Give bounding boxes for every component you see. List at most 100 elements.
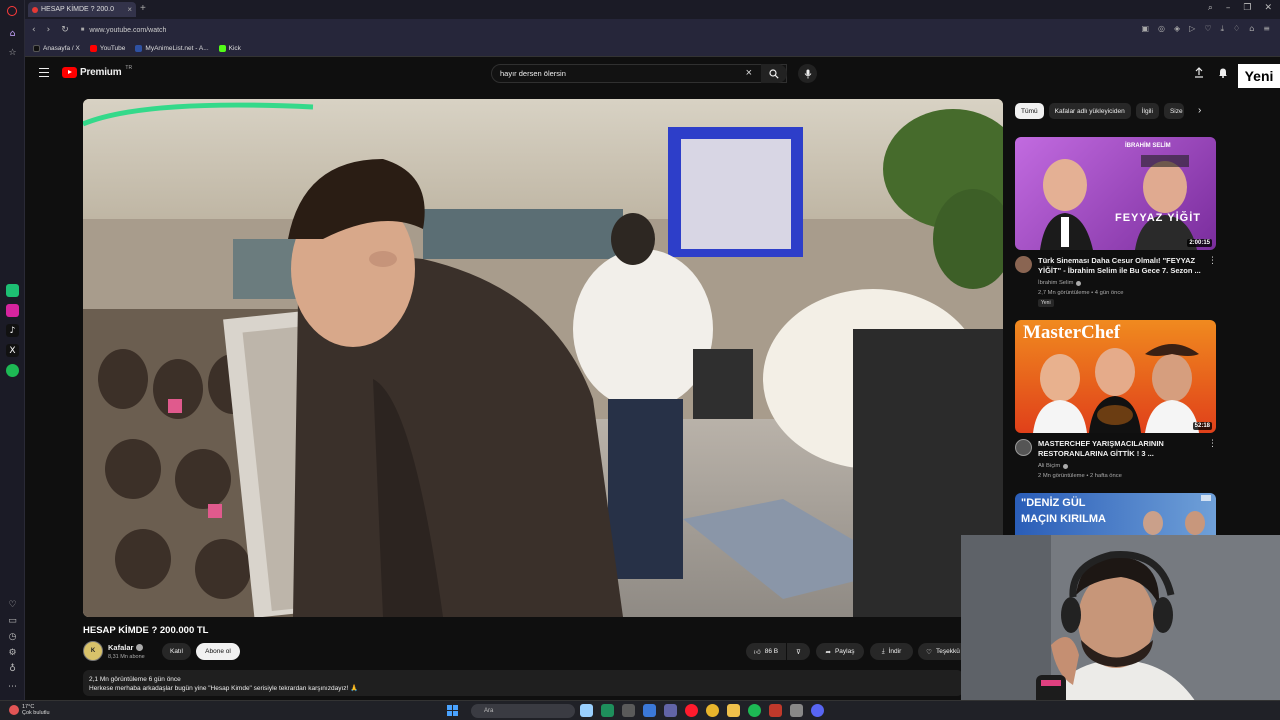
recommendation-thumbnail[interactable]: MasterChef 52:18 — [1015, 320, 1216, 433]
notifications-bell-icon[interactable] — [1218, 67, 1228, 78]
thumbnail-image — [1040, 155, 1197, 250]
lightbulb-icon[interactable]: ♁ — [6, 662, 19, 675]
thumbnail-caption-bottom: FEYYAZ YİĞİT — [1115, 212, 1201, 224]
tiktok-icon[interactable]: ♪ — [6, 324, 19, 337]
edge-icon[interactable] — [601, 704, 614, 717]
messenger-icon[interactable] — [6, 284, 19, 297]
bookmark-item[interactable]: YouTube — [89, 45, 125, 52]
voice-search-button[interactable] — [798, 64, 817, 83]
more-dots-icon[interactable]: ⋯ — [6, 680, 19, 693]
like-button[interactable]: 👍︎ 86 B — [746, 643, 786, 660]
address-bar: ‹ › ↻ ■ www.youtube.com/watch ▣ ◎ ◈ ▷ ♡ … — [25, 19, 1280, 41]
history-icon[interactable]: ▭ — [6, 614, 19, 627]
chip-related[interactable]: İlgili — [1135, 103, 1159, 119]
share-button[interactable]: ➦ Paylaş — [816, 643, 864, 660]
teams-icon[interactable] — [664, 704, 677, 717]
thumbs-down-icon: ⊽ — [796, 647, 801, 656]
shield-icon[interactable]: ◈ — [1174, 24, 1180, 34]
spotify-taskbar-icon[interactable] — [748, 704, 761, 717]
camera-icon[interactable]: ◎ — [1158, 24, 1165, 34]
new-tab-icon[interactable]: + — [140, 3, 146, 14]
chip-for-you[interactable]: Size — [1163, 103, 1184, 119]
minimize-icon[interactable]: – — [1226, 3, 1231, 13]
join-button[interactable]: Katıl — [162, 643, 191, 660]
channel-avatar[interactable] — [1015, 256, 1032, 273]
url-text: www.youtube.com/watch — [89, 26, 167, 34]
more-actions-icon[interactable]: ⋮ — [1208, 439, 1217, 449]
mail-icon[interactable] — [643, 704, 656, 717]
start-button[interactable] — [447, 705, 458, 716]
bookmark-item[interactable]: Anasayfa / X — [33, 45, 80, 52]
taskview-icon[interactable] — [622, 704, 635, 717]
obs-icon[interactable] — [769, 704, 782, 717]
settings-taskbar-icon[interactable] — [790, 704, 803, 717]
spotify-icon[interactable] — [6, 364, 19, 377]
recommendation-channel-row[interactable]: İbrahim Selim — [1038, 280, 1082, 286]
discord-icon[interactable] — [811, 704, 824, 717]
settings-gear-icon[interactable]: ⚙ — [6, 646, 19, 659]
more-actions-icon[interactable]: ⋮ — [1208, 256, 1217, 266]
close-window-icon[interactable]: ✕ — [1264, 3, 1272, 13]
url-field[interactable]: ■ www.youtube.com/watch — [81, 27, 167, 34]
filter-chips: Tümü Kafalar adlı yükleyiciden İlgili Si… — [1015, 103, 1184, 119]
recommendation-title[interactable]: Türk Sineması Daha Cesur Olmalı! "FEYYAZ… — [1038, 256, 1203, 276]
search-tabs-icon[interactable]: ⌕ — [1208, 3, 1213, 13]
clear-search-icon[interactable]: × — [746, 67, 752, 79]
channel-name-row[interactable]: Kafalar — [108, 643, 144, 652]
forward-icon[interactable]: › — [47, 25, 51, 35]
new-badge: Yeni — [1038, 299, 1054, 307]
thumbnail-caption-top: İBRAHİM SELİM — [1125, 143, 1171, 149]
extension-icon[interactable]: ▣ — [1141, 24, 1149, 34]
bookmark-item[interactable]: MyAnimeList.net - A... — [135, 45, 209, 52]
reload-icon[interactable]: ↻ — [61, 25, 69, 35]
back-icon[interactable]: ‹ — [32, 25, 36, 35]
recommendation-channel-row[interactable]: Ali Biçim — [1038, 463, 1069, 469]
download-button[interactable]: ⤓ İndir — [870, 643, 913, 660]
chip-from-uploader[interactable]: Kafalar adlı yükleyiciden — [1048, 103, 1131, 119]
verified-check-icon — [1076, 280, 1082, 286]
hamburger-menu-icon[interactable] — [39, 68, 49, 77]
recommendation-thumbnail[interactable]: "DENİZ GÜL MAÇIN KIRILMA — [1015, 493, 1216, 535]
channel-avatar[interactable]: K — [83, 641, 103, 661]
recommendation-thumbnail[interactable]: İBRAHİM SELİM FEYYAZ YİĞİT 2:00:15 — [1015, 137, 1216, 250]
tab-close-icon[interactable]: × — [127, 5, 132, 14]
copilot-icon[interactable] — [580, 704, 593, 717]
lock-ext-icon[interactable]: ⌂ — [1249, 24, 1254, 34]
taskbar-search[interactable]: Ara — [471, 704, 575, 718]
tab-active[interactable]: HESAP KİMDE ? 200.0 × — [28, 2, 136, 17]
channel-avatar[interactable] — [1015, 439, 1032, 456]
search-input[interactable]: hayır dersen ölersin × — [491, 64, 787, 83]
video-duration: 52:18 — [1192, 422, 1212, 430]
description-box[interactable]: 2,1 Mn görüntüleme 6 gün önce Herkese me… — [83, 670, 963, 696]
bookmark-item[interactable]: Kick — [218, 45, 241, 52]
video-player[interactable] — [83, 99, 1003, 617]
instagram-icon[interactable] — [6, 304, 19, 317]
new-badge: Yeni — [1238, 64, 1280, 88]
opera-taskbar-icon[interactable] — [685, 704, 698, 717]
subscribe-button[interactable]: Abone ol — [196, 643, 240, 660]
dislike-button[interactable]: ⊽ — [787, 643, 810, 660]
home-icon[interactable]: ⌂ — [6, 27, 19, 40]
bookmark-icon[interactable]: ♢ — [1233, 24, 1240, 34]
youtube-header: Premium TR hayır dersen ölersin × Yeni — [25, 57, 1280, 91]
download-icon[interactable]: ⤓ — [1221, 24, 1225, 34]
play-icon[interactable]: ▷ — [1189, 24, 1195, 34]
bookmark-star-icon[interactable]: ☆ — [6, 46, 19, 59]
weather-widget[interactable]: 17°C Çok bulutlu — [9, 704, 50, 716]
heart-icon[interactable]: ♡ — [1204, 24, 1211, 34]
chrome-icon[interactable] — [706, 704, 719, 717]
opera-logo-icon[interactable] — [7, 6, 17, 16]
chip-all[interactable]: Tümü — [1015, 103, 1044, 119]
chevron-right-icon[interactable]: › — [1198, 105, 1201, 116]
upload-icon[interactable] — [1194, 67, 1204, 78]
youtube-logo[interactable]: Premium TR — [62, 65, 132, 78]
menu-icon[interactable]: ≡ — [1263, 24, 1270, 34]
x-icon[interactable]: X — [6, 344, 19, 357]
clock-icon[interactable]: ◷ — [6, 630, 19, 643]
maximize-icon[interactable]: ❐ — [1243, 3, 1251, 13]
video-duration: 2:00:15 — [1187, 239, 1212, 247]
file-explorer-icon[interactable] — [727, 704, 740, 717]
search-button[interactable] — [761, 64, 787, 83]
heart-icon[interactable]: ♡ — [6, 598, 19, 611]
recommendation-title[interactable]: MASTERCHEF YARIŞMACILARININ RESTORANLARI… — [1038, 439, 1203, 459]
